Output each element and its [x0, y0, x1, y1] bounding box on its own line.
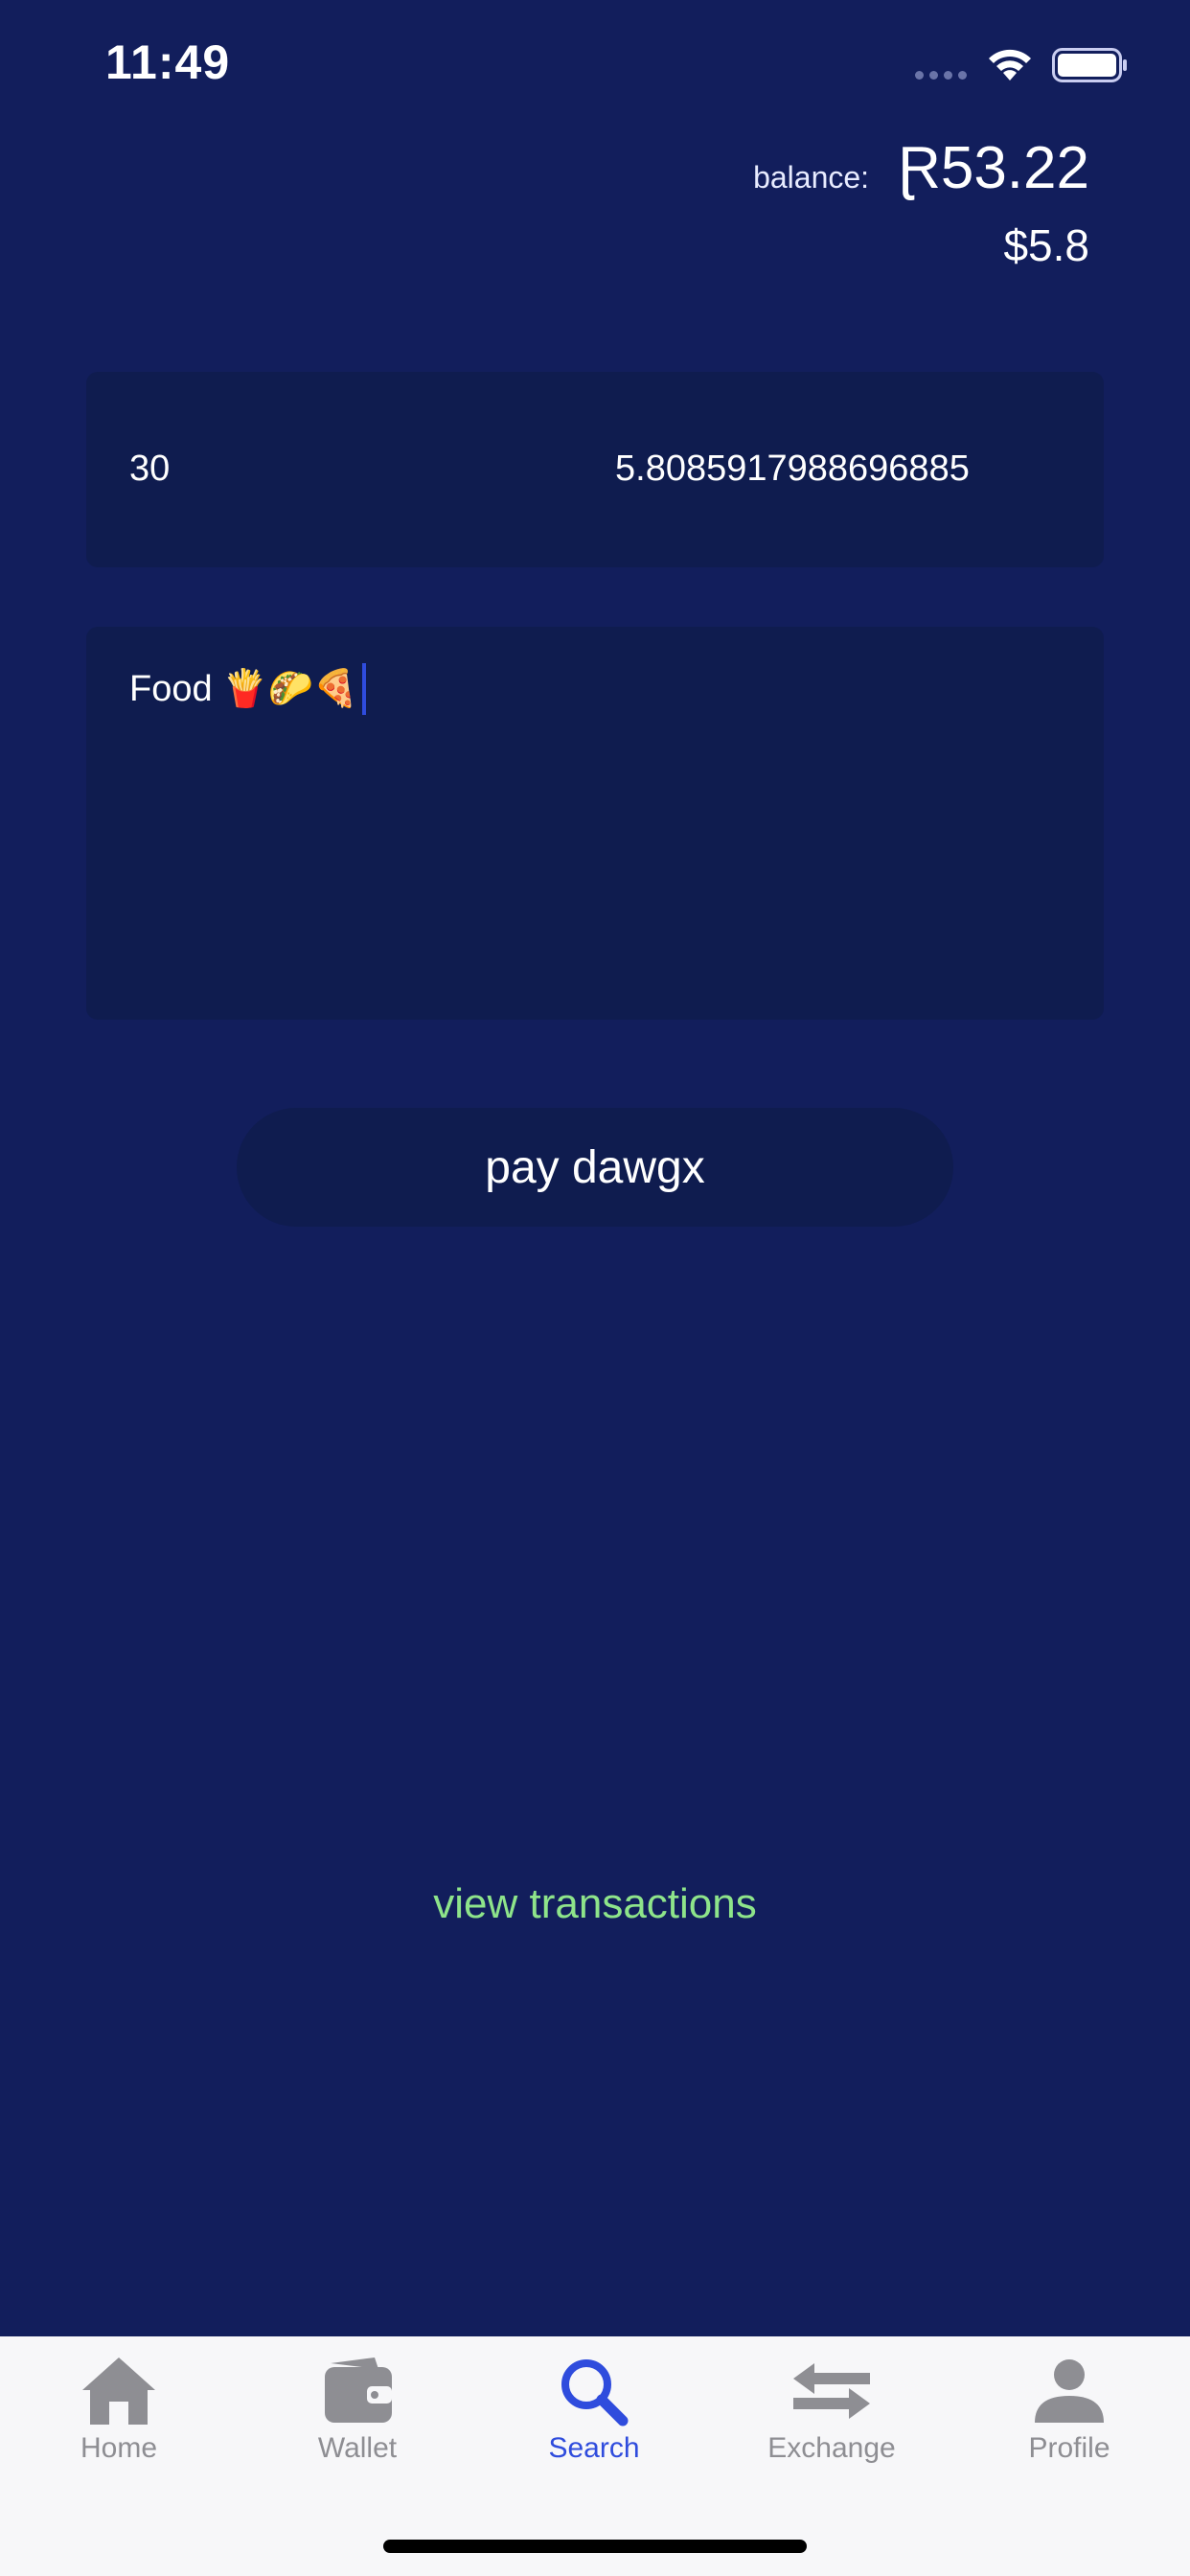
converted-amount: 5.8085917988696885	[615, 448, 970, 489]
person-icon	[1035, 2359, 1104, 2423]
cellular-signal-icon	[915, 71, 967, 80]
memo-field[interactable]: Food 🍟🌮🍕	[86, 627, 1104, 1020]
battery-icon	[1052, 48, 1127, 82]
tab-search-label: Search	[548, 2432, 640, 2464]
tab-wallet-label: Wallet	[317, 2432, 398, 2464]
status-time: 11:49	[105, 35, 231, 89]
tab-exchange-label: Exchange	[767, 2432, 896, 2464]
balance-primary-amount: Ɽ53.22	[898, 135, 1089, 201]
tab-wallet[interactable]: Wallet	[262, 2356, 453, 2465]
tab-profile[interactable]: Profile	[973, 2356, 1165, 2465]
pay-button[interactable]: pay dawgx	[237, 1108, 953, 1227]
view-transactions-link[interactable]: view transactions	[0, 1880, 1190, 1928]
house-icon	[82, 2358, 155, 2425]
text-caret	[362, 663, 367, 715]
wifi-icon	[989, 49, 1031, 80]
tab-search[interactable]: Search	[498, 2356, 690, 2465]
memo-input[interactable]: Food 🍟🌮🍕	[129, 663, 367, 715]
amount-card[interactable]: 30 5.8085917988696885	[86, 372, 1104, 567]
tab-exchange[interactable]: Exchange	[736, 2356, 927, 2465]
amount-input[interactable]: 30	[129, 448, 170, 490]
memo-text: Food 🍟🌮🍕	[129, 669, 359, 709]
wallet-icon	[325, 2358, 392, 2423]
status-bar: 11:49	[0, 0, 1190, 134]
exchange-arrows-icon	[793, 2363, 870, 2419]
balance-label: balance:	[753, 160, 870, 195]
tab-home[interactable]: Home	[23, 2356, 215, 2465]
tab-profile-label: Profile	[1028, 2432, 1110, 2464]
search-icon	[561, 2359, 629, 2426]
home-indicator[interactable]	[383, 2540, 807, 2553]
tab-home-label: Home	[80, 2432, 158, 2464]
balance-usd-amount: $5.8	[1003, 220, 1089, 270]
balance-display: balance: Ɽ53.22 $5.8	[753, 134, 1089, 271]
